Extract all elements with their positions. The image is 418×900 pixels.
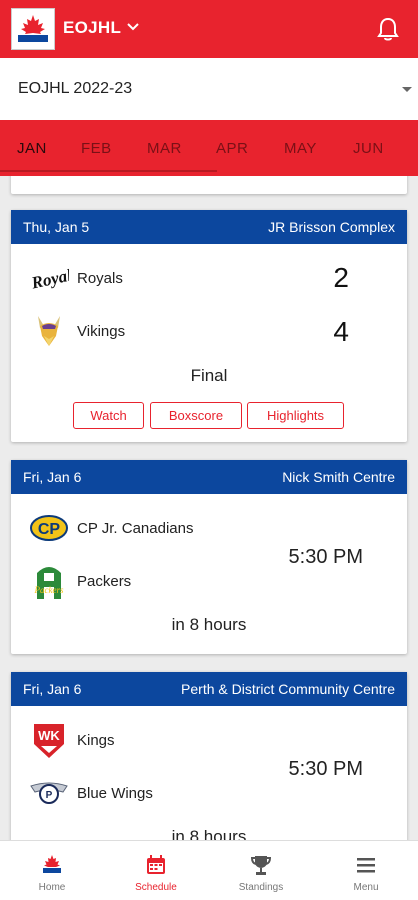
nav-label: Home [38, 882, 66, 893]
home-team[interactable]: Vikings [29, 311, 125, 351]
watch-button[interactable]: Watch [73, 402, 144, 429]
home-team[interactable]: Packers Packers [29, 561, 131, 601]
game-card-header: Fri, Jan 6 Nick Smith Centre [11, 460, 407, 494]
svg-text:Packers: Packers [34, 585, 64, 595]
away-team[interactable]: Royals Royals [29, 258, 123, 298]
tab-mar[interactable]: MAR [147, 140, 182, 157]
dropdown-caret-icon [402, 87, 412, 92]
game-venue: Perth & District Community Centre [181, 681, 395, 697]
game-status: Final [190, 366, 228, 385]
vikings-logo-icon [29, 311, 69, 351]
game-date: Thu, Jan 5 [23, 219, 90, 235]
season-value: EOJHL 2022-23 [18, 80, 133, 97]
game-status: in 8 hours [171, 827, 247, 840]
game-card-previous[interactable] [11, 176, 407, 194]
away-team[interactable]: WK Kings [29, 720, 115, 760]
tab-apr[interactable]: APR [216, 140, 248, 157]
app-bar: EOJHL [0, 0, 418, 58]
bottom-nav: Home Schedule Standings Menu [0, 840, 418, 900]
team-name: Vikings [77, 322, 126, 340]
away-score: 2 [333, 262, 349, 293]
team-name: CP Jr. Canadians [77, 519, 194, 537]
nav-standings[interactable]: Standings [209, 841, 313, 900]
game-date: Fri, Jan 6 [23, 469, 82, 485]
svg-text:WK: WK [38, 728, 60, 743]
calendar-icon [147, 855, 165, 874]
league-logo[interactable] [11, 8, 55, 50]
chevron-down-icon[interactable] [126, 20, 140, 34]
team-name: Blue Wings [77, 784, 153, 802]
team-name: Packers [77, 572, 132, 590]
home-score: 4 [333, 316, 349, 347]
blue-wings-logo-icon: P [29, 773, 69, 813]
season-select[interactable]: EOJHL 2022-23 [0, 58, 418, 120]
game-card[interactable]: Thu, Jan 5 JR Brisson Complex Royals Roy… [11, 210, 407, 442]
royals-logo-icon: Royals [29, 258, 69, 298]
home-team[interactable]: P Blue Wings [29, 773, 153, 813]
bell-icon[interactable] [376, 16, 400, 42]
tab-indicator [0, 170, 217, 172]
game-card-header: Fri, Jan 6 Perth & District Community Ce… [11, 672, 407, 706]
highlights-button[interactable]: Highlights [247, 402, 344, 429]
boxscore-button[interactable]: Boxscore [150, 402, 242, 429]
tab-may[interactable]: MAY [284, 140, 317, 157]
tab-feb[interactable]: FEB [81, 140, 112, 157]
nav-home[interactable]: Home [0, 841, 104, 900]
league-name[interactable]: EOJHL [63, 18, 121, 38]
game-time: 5:30 PM [288, 546, 363, 568]
svg-text:Royals: Royals [29, 264, 69, 293]
menu-icon [357, 858, 375, 873]
kings-logo-icon: WK [29, 720, 69, 760]
packers-logo-icon: Packers [29, 561, 69, 601]
team-name: Kings [77, 731, 115, 749]
home-logo-icon [43, 855, 61, 873]
game-actions: Watch Boxscore Highlights [11, 402, 407, 429]
tab-jan[interactable]: JAN [17, 140, 47, 157]
maple-leaf-logo-icon [18, 15, 48, 42]
game-time: 5:30 PM [288, 758, 363, 780]
nav-label: Standings [238, 882, 284, 893]
trophy-icon [250, 856, 272, 875]
nav-label: Schedule [135, 882, 177, 893]
tab-jun[interactable]: JUN [353, 140, 384, 157]
nav-menu[interactable]: Menu [314, 841, 418, 900]
cp-canadians-logo-icon: CP [29, 508, 69, 548]
game-date: Fri, Jan 6 [23, 681, 82, 697]
schedule-list[interactable]: Thu, Jan 5 JR Brisson Complex Royals Roy… [0, 176, 418, 840]
away-team[interactable]: CP CP Jr. Canadians [29, 508, 193, 548]
team-name: Royals [77, 269, 123, 287]
month-tabs: JAN FEB MAR APR MAY JUN [0, 120, 418, 176]
nav-schedule[interactable]: Schedule [104, 841, 208, 900]
game-status: in 8 hours [171, 615, 247, 634]
game-venue: JR Brisson Complex [268, 219, 395, 235]
nav-label: Menu [353, 882, 379, 893]
game-venue: Nick Smith Centre [282, 469, 395, 485]
svg-text:CP: CP [38, 521, 61, 538]
game-card-header: Thu, Jan 5 JR Brisson Complex [11, 210, 407, 244]
svg-text:P: P [46, 790, 53, 801]
game-card[interactable]: Fri, Jan 6 Perth & District Community Ce… [11, 672, 407, 840]
game-card[interactable]: Fri, Jan 6 Nick Smith Centre CP CP Jr. C… [11, 460, 407, 654]
